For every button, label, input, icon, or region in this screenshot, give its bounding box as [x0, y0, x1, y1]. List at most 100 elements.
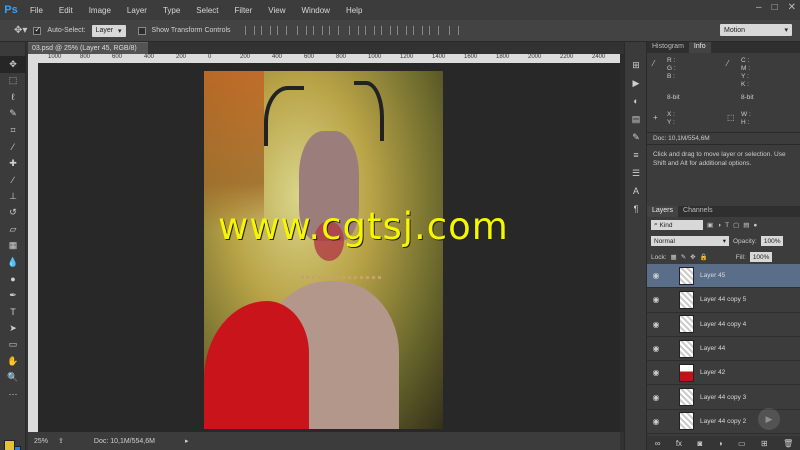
- move-tool-icon[interactable]: ✥: [0, 56, 26, 73]
- tab-histogram[interactable]: Histogram: [647, 42, 689, 53]
- rectangle-tool-icon[interactable]: ▭: [0, 337, 26, 354]
- align-top-icon[interactable]: [244, 26, 255, 35]
- zoom-tool-icon[interactable]: 🔍: [0, 370, 26, 387]
- tab-layers[interactable]: Layers: [647, 206, 679, 217]
- gradient-tool-icon[interactable]: ▦: [0, 238, 26, 255]
- visibility-eye-icon[interactable]: ◉: [647, 368, 665, 377]
- tab-channels[interactable]: Channels: [678, 206, 718, 217]
- layer-row[interactable]: ◉ Layer 44 copy 3: [647, 385, 800, 410]
- type-tool-icon[interactable]: T: [0, 304, 26, 321]
- healing-brush-tool-icon[interactable]: ✚: [0, 155, 26, 172]
- dodge-tool-icon[interactable]: ●: [0, 271, 26, 288]
- distribute-hcenter-icon[interactable]: [412, 26, 423, 35]
- lock-transparency-icon[interactable]: ▦: [671, 253, 677, 261]
- visibility-eye-icon[interactable]: ◉: [647, 320, 665, 329]
- menu-image[interactable]: Image: [81, 6, 119, 15]
- menu-edit[interactable]: Edit: [51, 6, 81, 15]
- zoom-level[interactable]: 25%: [34, 438, 48, 445]
- paragraph-panel-icon[interactable]: ¶: [625, 200, 647, 218]
- menu-view[interactable]: View: [260, 6, 293, 15]
- filter-toggle-icon[interactable]: ●: [753, 222, 757, 229]
- distribute-left-icon[interactable]: [396, 26, 407, 35]
- lock-pixels-icon[interactable]: ✎: [681, 253, 686, 261]
- canvas-artwork[interactable]: [204, 71, 443, 429]
- auto-select-checkbox[interactable]: [33, 25, 42, 35]
- filter-adjustment-icon[interactable]: ◑: [717, 222, 721, 229]
- history-panel-icon[interactable]: ⊞: [625, 56, 647, 74]
- menu-filter[interactable]: Filter: [227, 6, 261, 15]
- lasso-tool-icon[interactable]: ℓ: [0, 89, 26, 106]
- status-menu-icon[interactable]: ▸: [185, 437, 189, 445]
- layer-row[interactable]: ◉ Layer 45: [647, 264, 800, 289]
- distribute-bottom-icon[interactable]: [380, 26, 391, 35]
- align-vcenter-icon[interactable]: [260, 26, 271, 35]
- align-bottom-icon[interactable]: [276, 26, 287, 35]
- close-icon[interactable]: ✕: [788, 2, 796, 13]
- distribute-top-icon[interactable]: [348, 26, 359, 35]
- layer-filter-dropdown[interactable]: ⌕ Kind: [651, 220, 703, 230]
- minimize-icon[interactable]: –: [756, 2, 762, 13]
- timeline-panel-icon[interactable]: ◐: [625, 92, 647, 110]
- eyedropper-tool-icon[interactable]: ⁄: [0, 139, 26, 156]
- pen-tool-icon[interactable]: ✒: [0, 287, 26, 304]
- maximize-icon[interactable]: □: [772, 2, 778, 13]
- align-left-icon[interactable]: [296, 26, 307, 35]
- group-icon[interactable]: ▭: [738, 439, 746, 448]
- adjustments-panel-icon[interactable]: ≡: [625, 146, 647, 164]
- auto-align-icon[interactable]: [448, 26, 459, 35]
- distribute-right-icon[interactable]: [428, 26, 439, 35]
- opacity-field[interactable]: 100%: [760, 236, 784, 246]
- visibility-eye-icon[interactable]: ◉: [647, 417, 665, 426]
- filter-type-icon[interactable]: T: [725, 222, 729, 229]
- layer-row[interactable]: ◉ Layer 44 copy 5: [647, 288, 800, 313]
- transform-controls-checkbox[interactable]: [137, 26, 146, 35]
- marquee-tool-icon[interactable]: ⬚: [0, 73, 26, 90]
- distribute-vcenter-icon[interactable]: [364, 26, 375, 35]
- path-selection-tool-icon[interactable]: ➤: [0, 320, 26, 337]
- hand-tool-icon[interactable]: ✋: [0, 353, 26, 370]
- document-tab[interactable]: 03.psd @ 25% (Layer 45, RGB/8): [28, 42, 148, 54]
- visibility-eye-icon[interactable]: ◉: [647, 393, 665, 402]
- filter-shape-icon[interactable]: ▢: [733, 221, 739, 229]
- visibility-eye-icon[interactable]: ◉: [647, 271, 665, 280]
- mask-icon[interactable]: ◙: [697, 439, 702, 448]
- new-layer-icon[interactable]: ⊞: [761, 439, 768, 448]
- play-button-icon[interactable]: ▶: [758, 408, 780, 430]
- fx-icon[interactable]: fx: [676, 439, 682, 448]
- properties-panel-icon[interactable]: ☰: [625, 164, 647, 182]
- blend-mode-dropdown[interactable]: Normal ▾: [651, 236, 729, 246]
- layer-row[interactable]: ◉ Layer 44 copy 4: [647, 313, 800, 337]
- clone-stamp-tool-icon[interactable]: ⊥: [0, 188, 26, 205]
- blur-tool-icon[interactable]: 💧: [0, 254, 26, 271]
- history-brush-tool-icon[interactable]: ↺: [0, 205, 26, 222]
- menu-select[interactable]: Select: [188, 6, 226, 15]
- quick-select-tool-icon[interactable]: ✎: [0, 106, 26, 123]
- menu-help[interactable]: Help: [338, 6, 370, 15]
- visibility-eye-icon[interactable]: ◉: [647, 295, 665, 304]
- align-right-icon[interactable]: [328, 26, 339, 35]
- align-hcenter-icon[interactable]: [312, 26, 323, 35]
- lock-all-icon[interactable]: 🔒: [700, 253, 708, 261]
- layer-row[interactable]: ◉ Layer 44: [647, 337, 800, 362]
- auto-select-dropdown[interactable]: Layer ▾: [91, 24, 126, 37]
- tab-info[interactable]: Info: [688, 42, 711, 53]
- filter-pixel-icon[interactable]: ▣: [707, 221, 713, 229]
- eraser-tool-icon[interactable]: ▱: [0, 221, 26, 238]
- fill-field[interactable]: 100%: [749, 252, 773, 262]
- adjustment-icon[interactable]: ◑: [718, 439, 723, 448]
- lock-position-icon[interactable]: ✥: [690, 253, 695, 261]
- move-tool-preset-icon[interactable]: ✥▾: [14, 25, 27, 36]
- export-icon[interactable]: ⇪: [58, 437, 64, 445]
- layer-row[interactable]: ◉ Layer 42: [647, 361, 800, 386]
- filter-smart-object-icon[interactable]: ▤: [743, 221, 749, 229]
- trash-icon[interactable]: 🗑: [783, 439, 793, 448]
- foreground-color-swatch[interactable]: [4, 440, 15, 450]
- menu-window[interactable]: Window: [294, 6, 338, 15]
- menu-layer[interactable]: Layer: [119, 6, 155, 15]
- link-icon[interactable]: ∞: [655, 439, 661, 448]
- brush-panel-icon[interactable]: ✎: [625, 128, 647, 146]
- workspace-dropdown[interactable]: Motion ▾: [720, 24, 792, 36]
- crop-tool-icon[interactable]: ⌗: [0, 122, 26, 139]
- brush-tool-icon[interactable]: ∕: [0, 172, 26, 189]
- menu-file[interactable]: File: [22, 6, 51, 15]
